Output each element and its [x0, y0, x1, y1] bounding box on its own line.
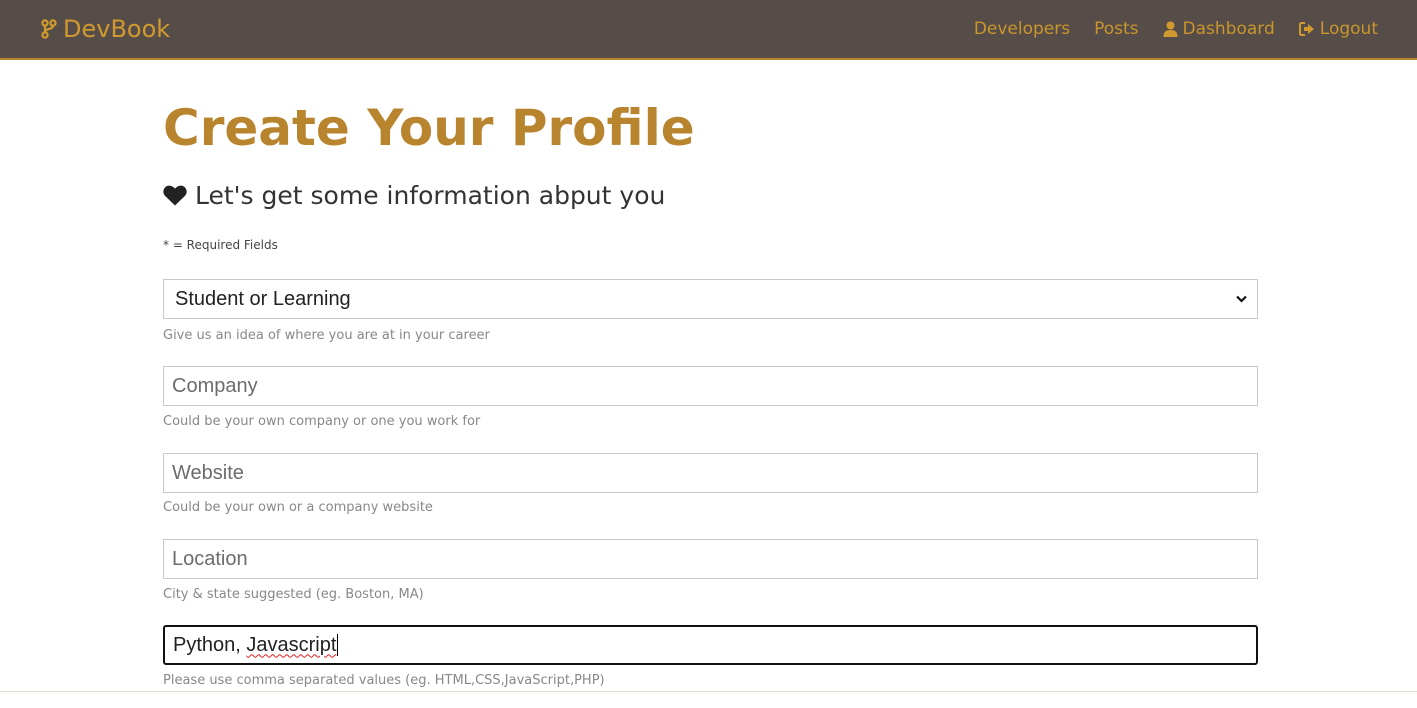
- skills-hint: Please use comma separated values (eg. H…: [163, 673, 605, 688]
- nav-posts-label: Posts: [1094, 19, 1139, 39]
- company-input[interactable]: Company: [163, 366, 1258, 406]
- website-placeholder: Website: [172, 461, 244, 484]
- location-placeholder: Location: [172, 547, 248, 570]
- location-hint: City & state suggested (eg. Boston, MA): [163, 587, 424, 602]
- nav-links: Developers Posts Dashboard Logout: [974, 17, 1378, 41]
- skills-value-part1: Python,: [173, 633, 247, 656]
- text-caret: [337, 634, 339, 656]
- nav-developers-label: Developers: [973, 19, 1071, 39]
- company-placeholder: Company: [172, 374, 258, 397]
- skills-input[interactable]: Python, Javascript: [163, 625, 1258, 665]
- skills-value-part2: Javascript: [246, 633, 337, 656]
- status-select[interactable]: Student or Learning: [163, 279, 1258, 319]
- code-branch-icon: [41, 19, 57, 39]
- page-title: Create Your Profile: [163, 99, 695, 157]
- bottom-divider: [0, 691, 1417, 692]
- nav-logout-label: Logout: [1319, 19, 1378, 39]
- nav-logout-link[interactable]: Logout: [1298, 19, 1378, 39]
- company-hint: Could be your own company or one you wor…: [163, 414, 481, 429]
- lead-label: Let's get some information abput you: [195, 180, 666, 210]
- navbar: DevBook Developers Posts Dashboard Logou…: [0, 0, 1417, 60]
- nav-developers-link[interactable]: Developers: [974, 19, 1070, 39]
- nav-dashboard-link[interactable]: Dashboard: [1163, 19, 1275, 39]
- required-fields-note: * = Required Fields: [163, 238, 278, 252]
- brand-name: DevBook: [63, 15, 171, 43]
- heart-icon: [163, 185, 187, 205]
- lead-text: Let's get some information abput you: [163, 178, 665, 212]
- website-hint: Could be your own or a company website: [163, 500, 433, 515]
- location-input[interactable]: Location: [163, 539, 1258, 579]
- website-input[interactable]: Website: [163, 453, 1258, 493]
- nav-dashboard-label: Dashboard: [1182, 19, 1275, 39]
- status-hint: Give us an idea of where you are at in y…: [163, 328, 490, 343]
- sign-out-icon: [1298, 22, 1314, 36]
- user-icon: [1163, 21, 1178, 37]
- brand-link[interactable]: DevBook: [41, 14, 170, 44]
- status-select-value: Student or Learning: [175, 287, 351, 310]
- chevron-down-icon: [1236, 295, 1247, 303]
- nav-posts-link[interactable]: Posts: [1094, 19, 1138, 39]
